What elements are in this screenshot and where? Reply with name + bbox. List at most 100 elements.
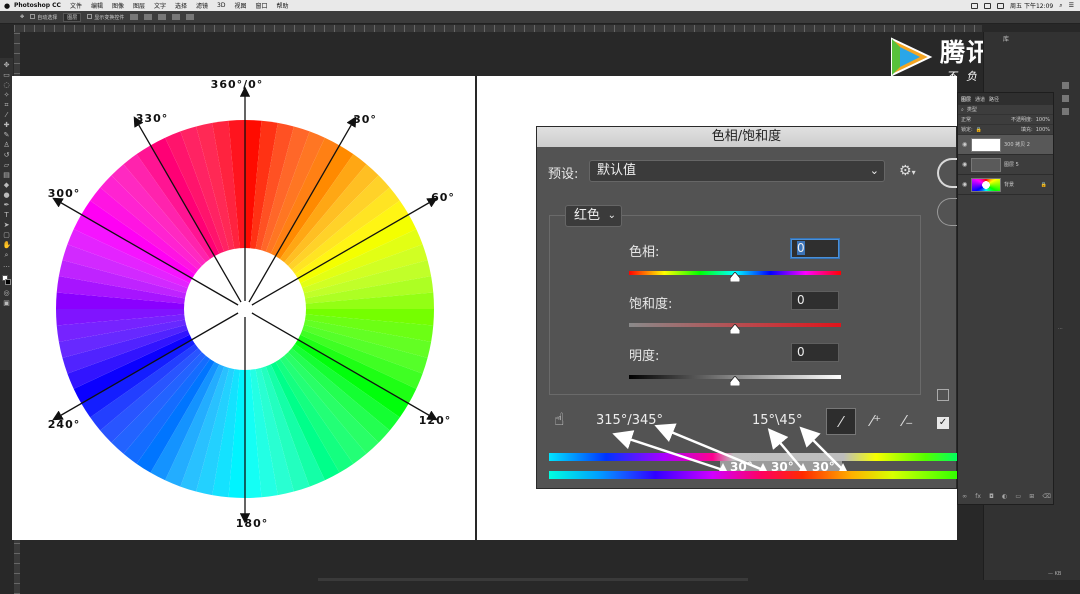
eye-icon[interactable]: ◉ <box>962 141 968 148</box>
tab-paths[interactable]: 路径 <box>989 96 999 103</box>
blur-icon[interactable]: ◆ <box>3 181 11 189</box>
tab-channels[interactable]: 通道 <box>975 96 985 103</box>
targeted-adjustment-hand-icon[interactable]: ☝ <box>554 410 564 430</box>
horizontal-scrollbar[interactable] <box>318 578 748 581</box>
input-source-icon[interactable] <box>997 2 1005 9</box>
tab-layers[interactable]: 图层 <box>961 96 971 103</box>
new-layer-icon[interactable]: ⊞ <box>1029 493 1034 500</box>
macos-menu-bar: ● Photoshop CC 文件 编辑 图像 图层 文字 选择 滤镜 3D 视… <box>0 0 1080 11</box>
eye-icon[interactable]: ◉ <box>962 161 968 168</box>
menu-filter[interactable]: 滤镜 <box>196 1 208 10</box>
dodge-icon[interactable]: ● <box>3 191 11 199</box>
saturation-slider-thumb[interactable] <box>730 324 740 334</box>
gradient-icon[interactable]: ▤ <box>3 171 11 179</box>
lightness-slider-thumb[interactable] <box>730 376 740 386</box>
quick-mask-icon[interactable]: ◎ <box>3 289 11 297</box>
align-right-icon[interactable] <box>158 14 167 20</box>
menu-layer[interactable]: 图层 <box>133 1 145 10</box>
menu-3d[interactable]: 3D <box>217 2 225 9</box>
color-wheel-document[interactable]: 360°/0° 30° 60° 120° 180° 240° 300° 330° <box>12 76 475 540</box>
move-tool-icon[interactable]: ✥ <box>20 14 24 20</box>
opacity-input[interactable]: 100% <box>1036 117 1053 123</box>
align-left-icon[interactable] <box>130 14 139 20</box>
spotlight-icon[interactable]: ⌕ <box>1059 2 1062 10</box>
lightness-input[interactable]: 0 <box>791 343 839 362</box>
path-select-icon[interactable]: ➤ <box>3 221 11 229</box>
link-icon[interactable]: ∞ <box>962 493 967 500</box>
menu-view[interactable]: 视图 <box>234 1 246 10</box>
lock-icon[interactable]: 🔒 <box>976 127 982 133</box>
fill-input[interactable]: 100% <box>1036 127 1053 133</box>
libraries-tab[interactable]: 库 <box>1003 34 1009 43</box>
layer-kind-select[interactable]: 类型 <box>967 106 977 113</box>
3d-mode-icon[interactable] <box>186 14 195 20</box>
menu-list-icon[interactable]: ☰ <box>1069 2 1074 9</box>
target-select[interactable]: 图层 <box>63 12 82 22</box>
menu-app-name[interactable]: Photoshop CC <box>14 2 61 9</box>
dialog-title[interactable]: 色相/饱和度 <box>537 127 956 147</box>
folder-icon[interactable]: ▭ <box>1015 493 1021 500</box>
adjustments-icon[interactable] <box>1062 95 1069 102</box>
eyedropper-icon[interactable]: ⁄ <box>3 111 11 119</box>
eyedropper-button[interactable]: ⁄ <box>826 408 856 435</box>
layers-footer: ∞ fx ◘ ◐ ▭ ⊞ ⌫ <box>958 493 1055 500</box>
wifi-icon[interactable] <box>984 2 992 9</box>
label-30: 30° <box>353 113 377 126</box>
swatches-icon[interactable] <box>1062 108 1069 115</box>
brush-icon[interactable]: ✎ <box>3 131 11 139</box>
hue-input[interactable]: 0 <box>791 239 839 258</box>
blend-mode-select[interactable]: 正常 <box>961 116 971 123</box>
auto-select-checkbox[interactable]: 自动选择 <box>30 13 57 21</box>
eraser-icon[interactable]: ▱ <box>3 161 11 169</box>
layer-row[interactable]: ◉ 图层 5 <box>958 155 1053 175</box>
align-center-icon[interactable] <box>144 14 153 20</box>
menu-edit[interactable]: 编辑 <box>91 1 103 10</box>
eye-icon[interactable]: ◉ <box>962 181 968 188</box>
menu-image[interactable]: 图像 <box>112 1 124 10</box>
type-icon[interactable]: T <box>3 211 11 219</box>
battery-icon[interactable] <box>971 2 979 9</box>
trash-icon[interactable]: ⌫ <box>1042 493 1050 500</box>
layer-row[interactable]: ◉ 背景 🔒 <box>958 175 1053 195</box>
lock-icon: 🔒 <box>1040 181 1047 188</box>
pen-icon[interactable]: ✒ <box>3 201 11 209</box>
apple-icon[interactable]: ● <box>0 2 14 10</box>
history-brush-icon[interactable]: ↺ <box>3 151 11 159</box>
colorize-checkbox[interactable] <box>937 389 949 401</box>
subtract-from-sample-button[interactable]: ⁄₋ <box>893 408 923 435</box>
saturation-input[interactable]: 0 <box>791 291 839 310</box>
stamp-icon[interactable]: ♙ <box>3 141 11 149</box>
hand-icon[interactable]: ✋ <box>3 241 12 249</box>
marquee-icon[interactable]: ▭ <box>3 71 11 79</box>
screen-mode-icon[interactable]: ▣ <box>3 299 11 307</box>
gear-icon[interactable]: ⚙▾ <box>899 163 916 179</box>
adjustment-layer-icon[interactable]: ◐ <box>1002 493 1007 500</box>
fx-icon[interactable]: fx <box>975 493 981 500</box>
menu-type[interactable]: 文字 <box>154 1 166 10</box>
menu-file[interactable]: 文件 <box>70 1 82 10</box>
crop-icon[interactable]: ⌗ <box>3 101 11 109</box>
lasso-icon[interactable]: ◌ <box>3 81 11 89</box>
menubar-clock[interactable]: 周五 下午12:09 <box>1010 1 1053 10</box>
menu-select[interactable]: 选择 <box>175 1 187 10</box>
add-to-sample-button[interactable]: ⁄⁺ <box>861 408 891 435</box>
mask-icon[interactable]: ◘ <box>989 493 994 500</box>
show-transform-checkbox[interactable]: 显示变换控件 <box>87 13 124 21</box>
layer-row[interactable]: ◉ 300 拷贝 2 <box>958 135 1053 155</box>
magic-wand-icon[interactable]: ✧ <box>3 91 11 99</box>
healing-icon[interactable]: ✚ <box>3 121 11 129</box>
zoom-icon[interactable]: ⌕ <box>3 251 11 259</box>
preview-checkbox[interactable]: ✓ <box>937 417 949 429</box>
menu-window[interactable]: 窗口 <box>256 1 268 10</box>
label-180: 180° <box>236 517 268 530</box>
distribute-icon[interactable] <box>172 14 181 20</box>
properties-icon[interactable] <box>1062 82 1069 89</box>
color-swatches[interactable] <box>2 275 11 287</box>
channel-select[interactable]: 红色 ⌄ <box>565 205 622 227</box>
more-tools-icon[interactable]: … <box>3 261 11 269</box>
menu-help[interactable]: 帮助 <box>277 1 289 10</box>
hue-slider-thumb[interactable] <box>730 272 740 282</box>
move-icon[interactable]: ✥ <box>3 61 11 69</box>
preset-select[interactable]: 默认值 ⌄ <box>589 160 885 182</box>
shape-icon[interactable]: ▢ <box>3 231 11 239</box>
